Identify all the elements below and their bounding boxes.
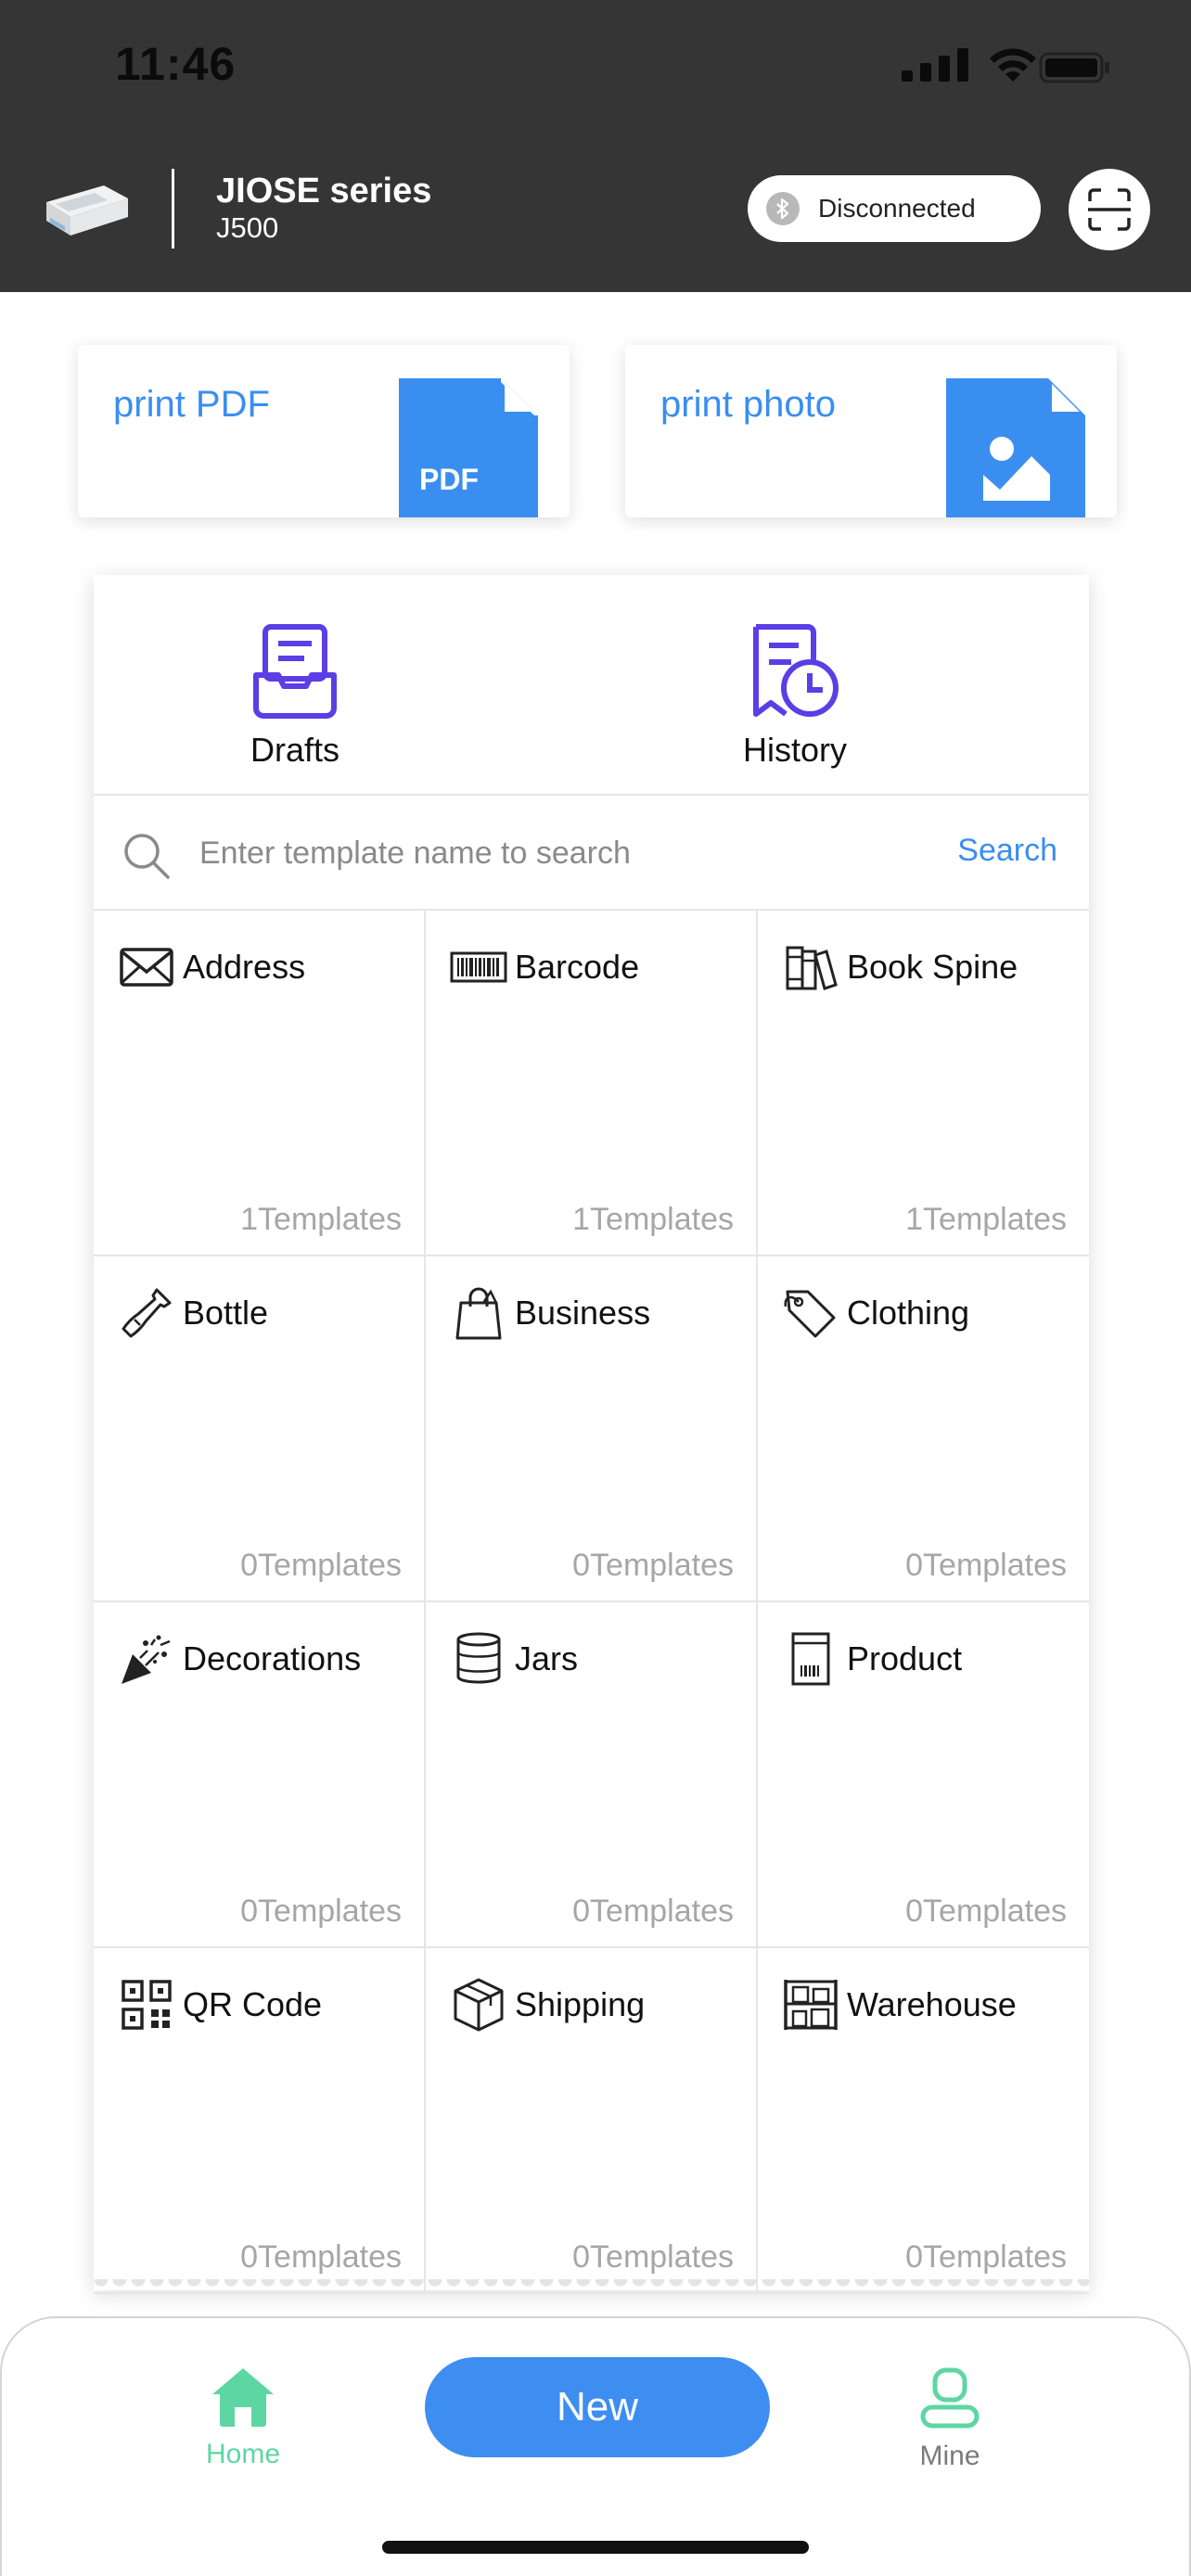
- category-decorations[interactable]: Decorations 0Templates: [94, 1602, 426, 1948]
- category-title: Jars: [515, 1639, 579, 1677]
- connection-status-text: Disconnected: [818, 194, 976, 223]
- category-count: 0Templates: [905, 2239, 1067, 2275]
- quick-actions: Drafts History: [94, 575, 1089, 796]
- category-count: 1Templates: [572, 1202, 734, 1237]
- category-clothing[interactable]: Clothing 0Templates: [758, 1256, 1089, 1602]
- bottle-icon: [122, 1288, 172, 1338]
- nav-home-label: Home: [205, 2439, 281, 2469]
- device-model: J500: [216, 211, 279, 244]
- category-shipping[interactable]: Shipping 0Templates: [426, 1948, 758, 2294]
- category-barcode[interactable]: Barcode 1Templates: [426, 911, 758, 1256]
- jar-icon: [456, 1632, 501, 1684]
- category-count: 0Templates: [572, 2239, 734, 2275]
- category-count: 0Templates: [572, 1548, 734, 1583]
- bluetooth-icon: [766, 192, 800, 225]
- category-count: 1Templates: [240, 1202, 402, 1237]
- photo-file-icon: [946, 378, 1085, 517]
- category-count: 0Templates: [240, 1548, 402, 1583]
- print-pdf-card[interactable]: print PDF PDF: [78, 345, 570, 517]
- template-search-input[interactable]: [199, 827, 904, 879]
- category-product[interactable]: Product 0Templates: [758, 1602, 1089, 1948]
- history-label: History: [742, 731, 847, 769]
- battery-icon: [1039, 52, 1109, 83]
- panel-scalloped-edge: [94, 2279, 1089, 2294]
- category-warehouse[interactable]: Warehouse 0Templates: [758, 1948, 1089, 2294]
- category-title: Business: [515, 1294, 651, 1332]
- status-icons: [900, 46, 1122, 87]
- category-title: Shipping: [515, 1985, 646, 2023]
- nav-mine[interactable]: Mine: [876, 2366, 1024, 2472]
- drafts-tray-icon: [253, 624, 337, 719]
- qr-code-icon: [122, 1980, 172, 2030]
- warehouse-shelves-icon: [784, 1980, 838, 2030]
- header-divider: [172, 169, 174, 249]
- category-title: Warehouse: [847, 1985, 1017, 2023]
- nav-mine-label: Mine: [919, 2441, 980, 2471]
- category-title: Product: [847, 1639, 963, 1677]
- category-business[interactable]: Business 0Templates: [426, 1256, 758, 1602]
- category-title: Bottle: [183, 1294, 269, 1332]
- device-name[interactable]: JIOSE series: [216, 172, 431, 211]
- app-header: 11:46 JIOSE series J500 Disconnected: [0, 0, 1191, 292]
- category-jars[interactable]: Jars 0Templates: [426, 1602, 758, 1948]
- bottom-nav-bar: Home New Mine: [0, 2316, 1191, 2576]
- category-count: 0Templates: [572, 1894, 734, 1929]
- profile-icon: [920, 2367, 980, 2429]
- product-box-icon: [791, 1632, 830, 1686]
- category-qr-code[interactable]: QR Code 0Templates: [94, 1948, 426, 2294]
- envelope-icon: [120, 948, 173, 987]
- connection-status-button[interactable]: Disconnected: [748, 175, 1041, 242]
- category-title: Barcode: [515, 948, 640, 986]
- search-icon: [124, 834, 170, 879]
- status-time: 11:46: [115, 38, 237, 90]
- print-photo-card[interactable]: print photo: [625, 345, 1117, 517]
- category-title: Clothing: [847, 1294, 970, 1332]
- templates-panel: Drafts History Search: [94, 575, 1089, 2294]
- category-title: Decorations: [183, 1639, 362, 1677]
- books-icon: [786, 946, 838, 990]
- category-count: 0Templates: [240, 2239, 402, 2275]
- category-count: 0Templates: [905, 1548, 1067, 1583]
- category-title: QR Code: [183, 1985, 323, 2023]
- printer-image: [46, 185, 128, 236]
- category-title: Address: [183, 948, 306, 986]
- category-bottle[interactable]: Bottle 0Templates: [94, 1256, 426, 1602]
- category-title: Book Spine: [847, 948, 1018, 986]
- category-address[interactable]: Address 1Templates: [94, 911, 426, 1256]
- package-icon: [454, 1978, 504, 2032]
- category-count: 1Templates: [905, 1202, 1067, 1237]
- category-count: 0Templates: [905, 1894, 1067, 1929]
- cellular-signal-icon: [902, 48, 968, 82]
- home-indicator: [382, 2541, 809, 2554]
- barcode-icon: [450, 951, 507, 983]
- nav-home[interactable]: Home: [169, 2366, 317, 2470]
- shopping-bag-icon: [455, 1287, 502, 1340]
- history-doc-clock-icon: [753, 624, 839, 717]
- category-count: 0Templates: [240, 1894, 402, 1929]
- history-button[interactable]: History: [656, 623, 934, 770]
- pdf-file-icon: PDF: [399, 378, 538, 517]
- print-pdf-label: print PDF: [113, 384, 270, 425]
- drafts-button[interactable]: Drafts: [156, 623, 434, 770]
- category-book-spine[interactable]: Book Spine 1Templates: [758, 911, 1089, 1256]
- new-button[interactable]: New: [425, 2357, 770, 2457]
- scan-button[interactable]: [1069, 169, 1150, 250]
- wifi-icon: [990, 48, 1036, 82]
- print-photo-label: print photo: [660, 384, 837, 425]
- price-tag-icon: [784, 1290, 836, 1338]
- scan-frame-icon: [1088, 188, 1131, 231]
- home-icon: [212, 2368, 274, 2427]
- search-button[interactable]: Search: [957, 833, 1057, 869]
- pdf-badge-text: PDF: [419, 463, 479, 496]
- drafts-label: Drafts: [250, 731, 339, 769]
- category-grid: Address 1Templates Barcode 1Templates Bo…: [94, 911, 1089, 2294]
- party-popper-icon: [122, 1635, 171, 1684]
- template-search-bar: Search: [94, 796, 1089, 911]
